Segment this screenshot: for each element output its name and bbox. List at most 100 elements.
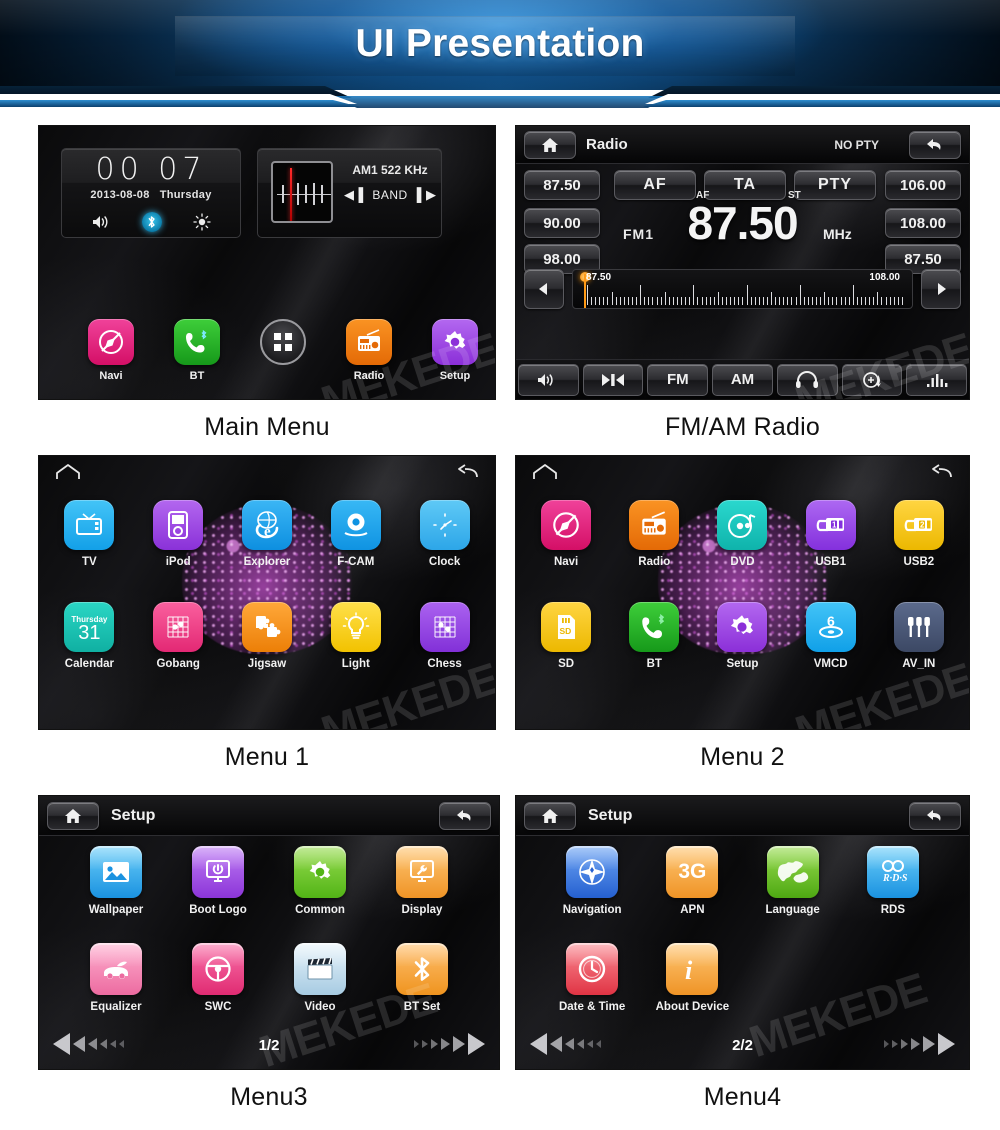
main-menu-screen: 00 07 2013-08-08 Thursday AM1 522 KHz ◀▐…: [38, 125, 496, 400]
setting-video[interactable]: Video: [269, 943, 371, 1013]
setting-about-device[interactable]: i About Device: [642, 943, 742, 1013]
triangle-left-icon[interactable]: [524, 269, 564, 309]
setting-equalizer[interactable]: Equalizer: [65, 943, 167, 1013]
volume-icon[interactable]: [518, 363, 579, 396]
panel-menu-1: TV iPod e Explorer F-CAM Clock Thursday …: [38, 455, 496, 771]
radio-widget-band-info: AM1 522 KHz: [352, 163, 428, 177]
app-radio[interactable]: Radio: [617, 500, 691, 568]
dock-label-radio: Radio: [353, 370, 385, 382]
back-arrow-icon[interactable]: [453, 462, 479, 480]
setting-date-time[interactable]: Date & Time: [542, 943, 642, 1013]
dock-item-setup[interactable]: Setup: [431, 319, 479, 382]
app-gobang[interactable]: Gobang: [141, 602, 215, 670]
radio-title: Radio: [586, 136, 628, 153]
app-f-cam[interactable]: F-CAM: [319, 500, 393, 568]
waveform-display: [271, 161, 333, 223]
setting-bt-set[interactable]: BT Set: [371, 943, 473, 1013]
radio-band-button[interactable]: BAND: [372, 188, 407, 202]
phone-bt-icon: [174, 319, 220, 365]
caption-menu-3: Menu3: [230, 1083, 308, 1111]
brightness-icon[interactable]: [192, 213, 211, 231]
fm-band-button[interactable]: FM: [647, 363, 709, 396]
panel-menu-3: Setup Wallpaper Boot Logo Common Display…: [38, 795, 500, 1111]
dock-item-navi[interactable]: Navi: [87, 319, 135, 382]
svg-text:2: 2: [920, 521, 925, 530]
volume-icon[interactable]: [91, 214, 111, 230]
app-label: Explorer: [243, 556, 291, 568]
app-explorer[interactable]: e Explorer: [230, 500, 304, 568]
home-outline-icon[interactable]: [55, 464, 81, 480]
setting-navigation[interactable]: Navigation: [542, 846, 642, 916]
triangle-right-icon[interactable]: [921, 269, 961, 309]
setting-label: Date & Time: [558, 1001, 626, 1013]
setting-apn[interactable]: 3G APN: [642, 846, 742, 916]
am-band-button[interactable]: AM: [712, 363, 773, 396]
headphone-icon[interactable]: [776, 363, 838, 396]
page-next-icon[interactable]: [884, 1033, 955, 1055]
app-label: AV_IN: [902, 658, 936, 670]
dock-item-radio[interactable]: Radio: [345, 319, 393, 382]
setting-language[interactable]: Language: [743, 846, 843, 916]
page-next-icon[interactable]: [414, 1033, 485, 1055]
clock-widget[interactable]: 00 07 2013-08-08 Thursday: [61, 148, 241, 238]
app-calendar[interactable]: Thursday 31 Calendar: [52, 602, 126, 670]
jigsaw-icon: [241, 602, 292, 652]
app-vmcd[interactable]: 6 VMCD: [794, 602, 868, 670]
app-label: Jigsaw: [247, 658, 287, 670]
app-label: TV: [82, 556, 97, 568]
radio-prev-button[interactable]: ◀▐: [344, 187, 363, 203]
app-label: USB1: [815, 556, 846, 568]
app-sd[interactable]: SD SD: [529, 602, 603, 670]
clock-widget-icons: [62, 209, 240, 235]
back-arrow-icon[interactable]: [909, 802, 961, 830]
home-icon[interactable]: [47, 802, 99, 830]
home-icon[interactable]: [524, 802, 576, 830]
app-bt[interactable]: BT: [617, 602, 691, 670]
bluetooth-icon[interactable]: [141, 212, 162, 232]
app-chess[interactable]: Chess: [408, 602, 482, 670]
app-av-in[interactable]: AV_IN: [882, 602, 956, 670]
disc-icon: [717, 500, 768, 550]
seek-icon[interactable]: [582, 363, 644, 396]
app-label: Radio: [638, 556, 671, 568]
setting-display[interactable]: Display: [371, 846, 473, 916]
app-label: Light: [341, 658, 370, 670]
app-dvd[interactable]: DVD: [705, 500, 779, 568]
app-navi[interactable]: Navi: [529, 500, 603, 568]
home-icon[interactable]: [524, 131, 576, 159]
setup-header: [516, 796, 969, 836]
app-label: BT: [646, 658, 662, 670]
app-tv[interactable]: TV: [52, 500, 126, 568]
app-jigsaw[interactable]: Jigsaw: [230, 602, 304, 670]
app-light[interactable]: Light: [319, 602, 393, 670]
app-clock[interactable]: Clock: [408, 500, 482, 568]
back-arrow-icon[interactable]: [927, 462, 953, 480]
apps-grid-button[interactable]: [259, 319, 307, 365]
setting-boot-logo[interactable]: Boot Logo: [167, 846, 269, 916]
setting-rds[interactable]: R·D·S RDS: [843, 846, 943, 916]
equalizer-icon[interactable]: [906, 363, 968, 396]
dock-item-bt[interactable]: BT: [173, 319, 221, 382]
scale-low-value: 87.50: [586, 272, 612, 283]
app-ipod[interactable]: iPod: [141, 500, 215, 568]
app-usb1[interactable]: 1 USB1: [794, 500, 868, 568]
app-label: Gobang: [156, 658, 200, 670]
app-label: F-CAM: [337, 556, 375, 568]
home-outline-icon[interactable]: [532, 464, 558, 480]
app-label: Chess: [427, 658, 462, 670]
back-arrow-icon[interactable]: [909, 131, 961, 159]
scan-loop-icon[interactable]: [841, 363, 903, 396]
app-usb2[interactable]: 2 USB2: [882, 500, 956, 568]
vmcd-icon: 6: [805, 602, 856, 652]
radio-widget[interactable]: AM1 522 KHz ◀▐ BAND ▌▶: [257, 148, 442, 238]
setting-swc[interactable]: SWC: [167, 943, 269, 1013]
setting-common[interactable]: Common: [269, 846, 371, 916]
tuning-scale[interactable]: 87.50 108.00: [572, 269, 913, 309]
radio-next-button[interactable]: ▌▶: [417, 187, 436, 203]
compass-rose-icon: [566, 846, 619, 898]
back-arrow-icon[interactable]: [439, 802, 491, 830]
compass-icon: [541, 500, 592, 550]
compass-icon: [88, 319, 134, 365]
setting-wallpaper[interactable]: Wallpaper: [65, 846, 167, 916]
app-setup[interactable]: Setup: [705, 602, 779, 670]
